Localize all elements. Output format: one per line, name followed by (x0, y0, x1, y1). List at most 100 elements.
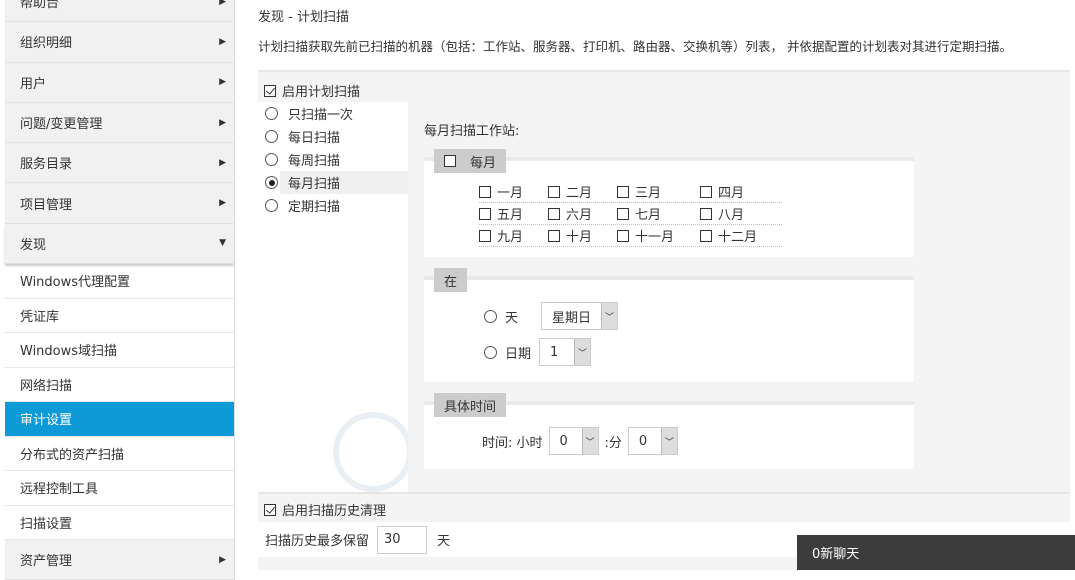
all-months-checkbox[interactable] (444, 155, 456, 167)
month-option[interactable]: 六月 (548, 204, 617, 223)
nav-label: 组织明细 (20, 36, 73, 52)
radio[interactable] (265, 107, 278, 120)
page-title: 发现 - 计划扫描 (258, 10, 349, 25)
month-option[interactable]: 三月 (617, 182, 700, 201)
hour-select[interactable]: 0 ﹀ (548, 427, 599, 455)
sub-network-scan[interactable]: 网络扫描 (5, 367, 234, 403)
month-option[interactable]: 十二月 (700, 226, 757, 245)
sub-windows-agent[interactable]: Windows代理配置 (5, 264, 234, 299)
nav-org[interactable]: 组织明细 ▶ (5, 22, 234, 63)
day-label: 天 (505, 310, 519, 326)
sub-remote-control[interactable]: 远程控制工具 (5, 471, 234, 506)
hour-label: 时间: 小时 (482, 435, 543, 451)
history-unit: 天 (437, 534, 451, 549)
caret-right-icon: ▶ (219, 198, 226, 209)
month-option[interactable]: 四月 (700, 182, 744, 201)
chat-widget[interactable]: 0新聊天 (797, 535, 1075, 570)
minute-select[interactable]: 0 ﹀ (627, 427, 678, 455)
caret-right-icon: ▶ (219, 117, 226, 128)
month-checkbox[interactable] (548, 229, 560, 242)
month-checkbox[interactable] (479, 185, 491, 198)
month-checkbox[interactable] (479, 229, 491, 242)
month-option[interactable]: 二月 (548, 182, 617, 201)
monthly-legend[interactable]: 每月 (434, 149, 507, 173)
option-periodic[interactable]: 定期扫描 (258, 194, 408, 217)
month-option[interactable]: 七月 (617, 204, 700, 223)
months-fieldset: 每月 一月 二月 三月 四月五月 六月 七月 八月九月 十月 十一月 十二月 (424, 149, 914, 257)
month-label: 七月 (635, 208, 662, 223)
nav-projects[interactable]: 项目管理 ▶ (5, 183, 234, 224)
radio-selected[interactable] (265, 176, 278, 189)
day-value: 星期日 (552, 310, 592, 326)
month-option[interactable]: 十月 (548, 226, 617, 245)
hour-value: 0 (559, 433, 568, 449)
date-value: 1 (550, 344, 559, 360)
nav-label: 资产管理 (20, 554, 73, 570)
option-daily[interactable]: 每日扫描 (258, 125, 408, 148)
nav-label: 用户 (20, 76, 47, 92)
enable-history[interactable]: 启用扫描历史清理 (264, 500, 386, 519)
month-label: 五月 (497, 208, 524, 223)
date-select[interactable]: 1 ﹀ (539, 338, 592, 366)
chevron-down-icon: ﹀ (601, 303, 618, 329)
nav-problems[interactable]: 问题/变更管理 ▶ (5, 102, 234, 144)
month-option[interactable]: 八月 (700, 204, 744, 223)
nav-users[interactable]: 用户 ▶ (5, 62, 234, 103)
nav-assets[interactable]: 资产管理 ▶ (5, 540, 234, 580)
month-checkbox[interactable] (617, 185, 629, 198)
scan-type-options: 只扫描一次 每日扫描 每周扫描 每月扫描 定期扫描 (258, 102, 408, 492)
sub-scan-settings[interactable]: 扫描设置 (5, 505, 234, 541)
page-description: 计划扫描获取先前已扫描的机器（包括：工作站、服务器、打印机、路由器、交换机等）列… (258, 39, 1012, 54)
month-option[interactable]: 一月 (479, 182, 548, 201)
month-checkbox[interactable] (700, 207, 712, 220)
sub-credentials[interactable]: 凭证库 (5, 298, 234, 334)
nav-label: 服务目录 (20, 157, 73, 173)
option-monthly[interactable]: 每月扫描 (265, 171, 408, 194)
month-checkbox[interactable] (700, 229, 712, 242)
nav-service-catalog[interactable]: 服务目录 ▶ (5, 143, 234, 184)
option-weekly[interactable]: 每周扫描 (258, 148, 408, 171)
day-select[interactable]: 星期日 ﹀ (541, 302, 619, 330)
caret-right-icon: ▶ (219, 157, 226, 168)
month-option[interactable]: 九月 (479, 226, 548, 245)
month-checkbox[interactable] (479, 207, 491, 220)
radio[interactable] (265, 130, 278, 143)
enable-schedule[interactable]: 启用计划扫描 (264, 81, 360, 100)
option-label: 每日扫描 (288, 131, 341, 146)
enable-schedule-checkbox[interactable] (264, 84, 276, 97)
month-checkbox[interactable] (617, 207, 629, 220)
nav-label: 问题/变更管理 (20, 117, 103, 133)
month-checkbox[interactable] (548, 207, 560, 220)
caret-right-icon: ▶ (219, 77, 226, 88)
month-option[interactable]: 五月 (479, 204, 548, 223)
option-label: 每月扫描 (288, 177, 341, 192)
date-label: 日期 (505, 346, 532, 362)
chat-label: 0新聊天 (812, 547, 860, 562)
caret-right-icon: ▶ (219, 0, 226, 7)
minute-value: 0 (638, 433, 648, 449)
month-checkbox[interactable] (700, 185, 712, 198)
month-label: 八月 (718, 208, 745, 223)
nav-helpdesk[interactable]: 帮助台 ▶ (5, 0, 234, 23)
day-radio[interactable] (484, 309, 497, 323)
month-checkbox[interactable] (548, 185, 560, 198)
at-legend: 在 (434, 268, 468, 292)
sub-distributed-scan[interactable]: 分布式的资产扫描 (5, 436, 234, 472)
date-radio[interactable] (484, 345, 497, 359)
nav-discovery[interactable]: 发现 ▼ (5, 223, 234, 265)
radio[interactable] (265, 199, 278, 212)
month-checkbox[interactable] (617, 229, 629, 242)
chevron-down-icon: ﹀ (581, 428, 598, 454)
month-option[interactable]: 十一月 (617, 226, 700, 245)
history-days-input[interactable]: 30 (377, 525, 428, 554)
radio[interactable] (265, 153, 278, 166)
month-row: 九月 十月 十一月 十二月 (479, 225, 782, 247)
sub-audit-settings[interactable]: 审计设置 (5, 402, 234, 437)
month-label: 十月 (566, 230, 593, 245)
enable-history-checkbox[interactable] (264, 503, 276, 516)
sub-domain-scan[interactable]: Windows域扫描 (5, 333, 234, 368)
month-label: 四月 (718, 186, 745, 201)
clock-watermark-icon (333, 412, 408, 492)
month-row: 一月 二月 三月 四月 (479, 181, 782, 203)
option-once[interactable]: 只扫描一次 (258, 102, 408, 125)
